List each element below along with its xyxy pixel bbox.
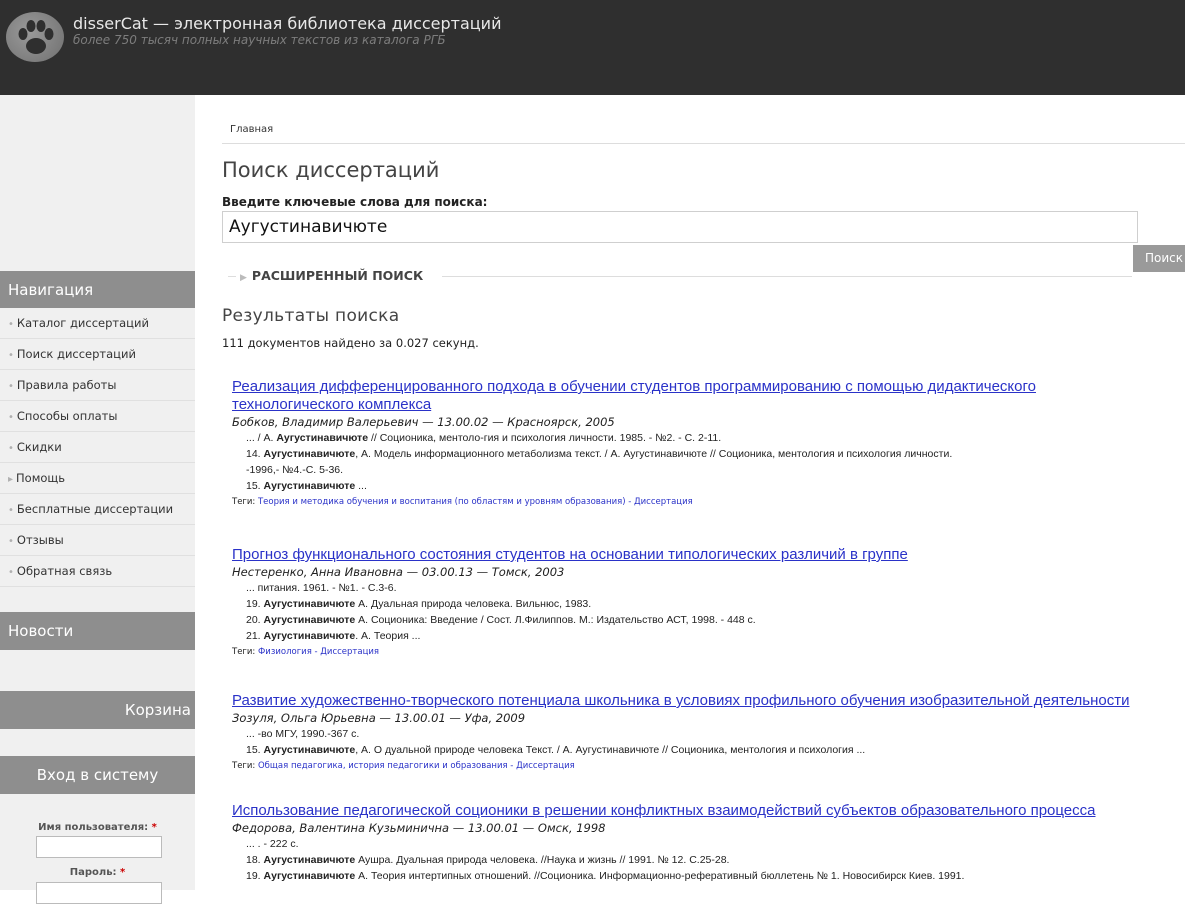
bullet-icon: • [8,567,14,578]
result-author: Зозуля, Ольга Юрьевна — 13.00.01 — Уфа, … [232,711,526,725]
site-logo[interactable] [6,12,64,62]
bullet-icon: • [8,319,14,330]
sidebar-item-label: Помощь [16,471,66,485]
result-snippet: 18. Аугустинавичюте Аушра. Дуальная прир… [246,854,730,866]
sidebar-item-help[interactable]: ▸ Помощь [0,463,195,494]
nav-heading: Навигация [0,271,195,309]
bullet-icon: • [8,505,14,516]
sidebar-item-label: Скидки [16,440,62,454]
result-item: Реализация дифференцированного подхода в… [232,378,1185,510]
login-heading: Вход в систему [0,756,195,794]
breadcrumb[interactable]: Главная [230,124,273,135]
sidebar-item-label: Правила работы [16,378,117,392]
site-subtitle: более 750 тысяч полных научных текстов и… [73,33,446,47]
tag-link[interactable]: Теория и методика обучения и воспитания … [258,497,693,507]
username-label: Имя пользователя: * [38,822,157,833]
result-tags: Теги: Физиология - Диссертация [232,647,379,657]
search-label: Введите ключевые слова для поиска: [222,195,488,209]
sidebar-item-discounts[interactable]: • Скидки [0,432,195,463]
page-title: Поиск диссертаций [222,158,440,182]
sidebar-nav: • Каталог диссертаций • Поиск диссертаций … [0,308,195,587]
result-item: Развитие художественно-творческого потен… [232,692,1185,774]
result-title-link[interactable]: Реализация дифференцированного подхода в… [232,378,1185,414]
result-snippet: 14. Аугустинавичюте, А. Модель информаци… [246,448,953,460]
cart-heading[interactable]: Корзина [0,691,195,729]
search-button[interactable]: Поиск [1133,245,1185,272]
result-author: Федорова, Валентина Кузьминична — 13.00.… [232,821,606,835]
advanced-search-toggle[interactable]: ▶ РАСШИРЕННЫЙ ПОИСК [240,268,423,283]
sidebar-item-catalog[interactable]: • Каталог диссертаций [0,308,195,339]
result-snippet: 21. Аугустинавичюте. А. Теория ... [246,630,421,642]
result-tags: Теги: Теория и методика обучения и воспи… [232,497,693,507]
sidebar-item-reviews[interactable]: • Отзывы [0,525,195,556]
result-snippet: 19. Аугустинавичюте А. Дуальная природа … [246,598,592,610]
triangle-right-icon: ▶ [240,273,247,283]
advanced-search-label: РАСШИРЕННЫЙ ПОИСК [251,268,424,283]
result-snippet: 15. Аугустинавичюте, А. О дуальной приро… [246,744,866,756]
bullet-icon: • [8,381,14,392]
result-snippet: ... . - 222 с. [246,838,299,850]
breadcrumb-divider [222,143,1185,144]
result-tags: Теги: Общая педагогика, история педагоги… [232,761,575,771]
sidebar-item-label: Каталог диссертаций [16,316,149,330]
password-input[interactable] [36,882,162,904]
result-snippet: ... -во МГУ, 1990.-367 с. [246,728,360,740]
sidebar-item-label: Способы оплаты [16,409,118,423]
paw-icon [18,20,54,54]
bullet-icon: • [8,536,14,547]
sidebar-item-label: Обратная связь [16,564,113,578]
username-input[interactable] [36,836,162,858]
tag-link[interactable]: Общая педагогика, история педагогики и о… [258,761,575,771]
sidebar-item-label: Отзывы [16,533,64,547]
result-snippet: ... питания. 1961. - №1. - С.3-6. [246,582,397,594]
bullet-icon: • [8,443,14,454]
result-snippet: 20. Аугустинавичюте А. Соционика: Введен… [246,614,756,626]
result-title-link[interactable]: Прогноз функционального состояния студен… [232,546,1185,564]
result-author: Нестеренко, Анна Ивановна — 03.00.13 — Т… [232,565,565,579]
result-title-link[interactable]: Использование педагогической соционики в… [232,802,1185,820]
chevron-right-icon: ▸ [8,474,14,485]
result-item: Использование педагогической соционики в… [232,802,1185,884]
sidebar-item-label: Бесплатные диссертации [16,502,174,516]
result-item: Прогноз функционального состояния студен… [232,546,1185,660]
search-input[interactable] [222,211,1138,243]
news-heading[interactable]: Новости [0,612,195,650]
result-author: Бобков, Владимир Валерьевич — 13.00.02 —… [232,415,615,429]
results-count: 111 документов найдено за 0.027 секунд. [222,336,479,350]
password-label: Пароль: * [69,867,126,878]
result-snippet: 19. Аугустинавичюте А. Теория интертипны… [246,870,965,882]
divider [228,276,236,277]
sidebar-item-feedback[interactable]: • Обратная связь [0,556,195,587]
sidebar-item-label: Поиск диссертаций [16,347,136,361]
sidebar-item-free[interactable]: • Бесплатные диссертации [0,494,195,525]
sidebar-item-payment[interactable]: • Способы оплаты [0,401,195,432]
result-snippet: 15. Аугустинавичюте ... [246,480,367,492]
bullet-icon: • [8,412,14,423]
site-title[interactable]: disserCat — электронная библиотека диссе… [73,14,501,33]
bullet-icon: • [8,350,14,361]
result-title-link[interactable]: Развитие художественно-творческого потен… [232,692,1185,710]
site-header: disserCat — электронная библиотека диссе… [0,0,1185,95]
divider [442,276,1132,277]
tag-link[interactable]: Физиология - Диссертация [258,647,379,657]
results-title: Результаты поиска [222,306,400,326]
sidebar-item-rules[interactable]: • Правила работы [0,370,195,401]
sidebar-item-search[interactable]: • Поиск диссертаций [0,339,195,370]
result-snippet: -1996,- №4.-С. 5-36. [246,464,344,476]
result-snippet: ... / А. Аугустинавичюте // Соционика, м… [246,432,722,444]
